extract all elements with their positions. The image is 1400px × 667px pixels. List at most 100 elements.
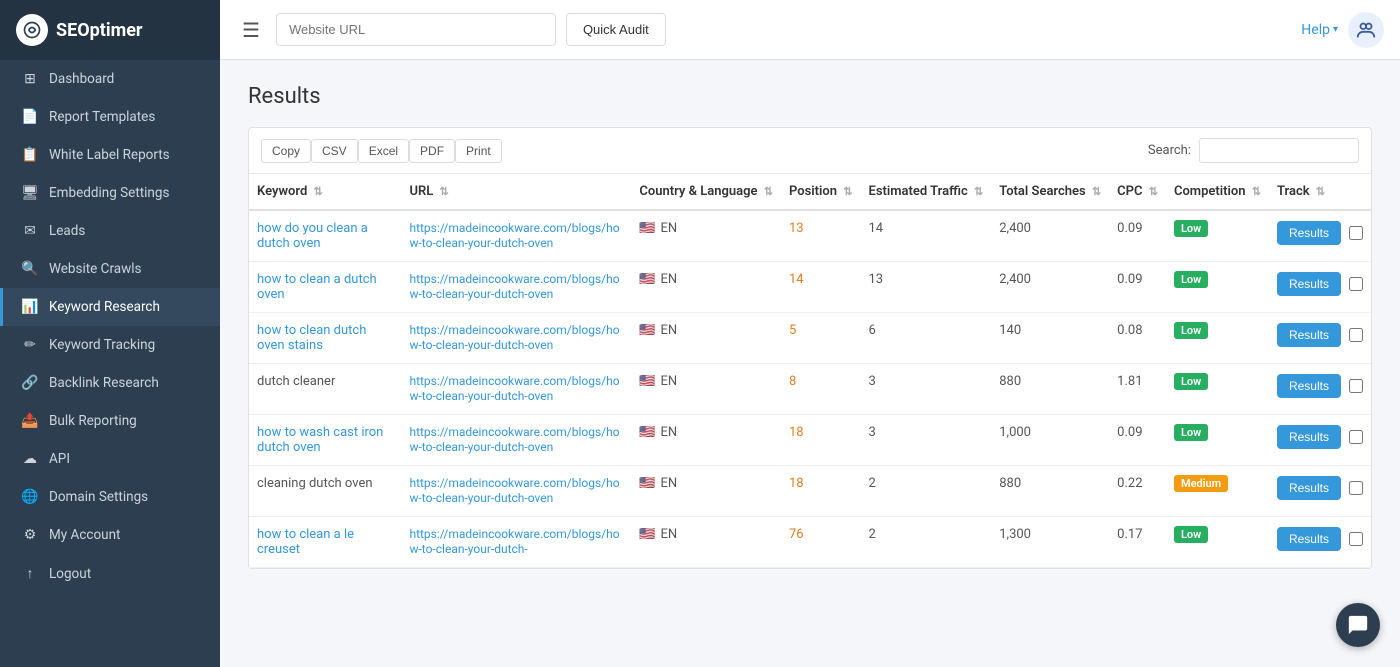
results-button[interactable]: Results bbox=[1277, 272, 1341, 296]
url-input[interactable] bbox=[276, 13, 556, 46]
flag-icon: 🇺🇸 bbox=[639, 476, 655, 491]
country-cell: 🇺🇸EN bbox=[639, 374, 773, 389]
table-controls: CopyCSVExcelPDFPrint Search: bbox=[249, 128, 1371, 174]
user-avatar[interactable] bbox=[1348, 12, 1384, 48]
results-button[interactable]: Results bbox=[1277, 425, 1341, 449]
api-icon: ☁ bbox=[21, 451, 39, 467]
sort-icon[interactable]: ⇅ bbox=[764, 185, 773, 198]
competition-badge: Low bbox=[1174, 373, 1208, 390]
hamburger-menu[interactable]: ☰ bbox=[236, 12, 266, 48]
logout-icon: ↑ bbox=[21, 565, 39, 582]
sidebar-item-keyword-tracking[interactable]: ✏ Keyword Tracking bbox=[0, 326, 220, 364]
cpc-val: 0.22 bbox=[1109, 466, 1166, 517]
search-label: Search: bbox=[1148, 143, 1191, 158]
total-searches-val: 1,000 bbox=[991, 415, 1109, 466]
logo-icon bbox=[16, 14, 48, 46]
keyword-link[interactable]: how to clean a le creuset bbox=[257, 527, 354, 557]
country-cell: 🇺🇸EN bbox=[639, 221, 773, 236]
url-text: https://madeincookware.com/blogs/how-to-… bbox=[409, 527, 619, 556]
flag-icon: 🇺🇸 bbox=[639, 527, 655, 542]
position-val: 13 bbox=[789, 221, 804, 236]
col-header-competition: Competition ⇅ bbox=[1166, 174, 1269, 210]
flag-icon: 🇺🇸 bbox=[639, 221, 655, 236]
table-row: how to clean a dutch oven https://madeinc… bbox=[249, 262, 1371, 313]
sort-icon[interactable]: ⇅ bbox=[314, 185, 323, 198]
content-area: Results CopyCSVExcelPDFPrint Search: Key… bbox=[220, 60, 1400, 667]
url-text: https://madeincookware.com/blogs/how-to-… bbox=[409, 374, 619, 403]
keyword-link[interactable]: how to clean a dutch oven bbox=[257, 272, 377, 302]
url-text: https://madeincookware.com/blogs/how-to-… bbox=[409, 272, 619, 301]
sort-icon[interactable]: ⇅ bbox=[1149, 185, 1158, 198]
sort-icon[interactable]: ⇅ bbox=[974, 185, 983, 198]
sidebar-item-logout[interactable]: ↑ Logout bbox=[0, 554, 220, 593]
sidebar-item-api[interactable]: ☁ API bbox=[0, 440, 220, 478]
export-csv-button[interactable]: CSV bbox=[311, 139, 358, 163]
sort-icon[interactable]: ⇅ bbox=[843, 185, 852, 198]
track-checkbox[interactable] bbox=[1349, 481, 1363, 495]
chat-bubble[interactable] bbox=[1336, 603, 1380, 647]
sidebar-item-backlink-research[interactable]: 🔗 Backlink Research bbox=[0, 364, 220, 402]
quick-audit-button[interactable]: Quick Audit bbox=[566, 13, 666, 46]
keyword-link[interactable]: how to clean dutch oven stains bbox=[257, 323, 366, 353]
country-code: EN bbox=[661, 272, 678, 287]
keyword-research-icon: 📊 bbox=[21, 299, 39, 315]
keyword-link[interactable]: how to wash cast iron dutch oven bbox=[257, 425, 383, 455]
results-table: Keyword ⇅URL ⇅Country & Language ⇅Positi… bbox=[249, 174, 1371, 568]
traffic-val: 14 bbox=[861, 210, 992, 262]
sidebar-item-my-account[interactable]: ⚙ My Account bbox=[0, 516, 220, 554]
export-excel-button[interactable]: Excel bbox=[358, 139, 409, 163]
export-copy-button[interactable]: Copy bbox=[261, 139, 311, 163]
table-row: how to clean a le creuset https://madeinc… bbox=[249, 517, 1371, 568]
sidebar-item-leads[interactable]: ✉ Leads bbox=[0, 212, 220, 250]
table-row: cleaning dutch ovenhttps://madeincookwar… bbox=[249, 466, 1371, 517]
sidebar-label-my-account: My Account bbox=[49, 527, 120, 543]
results-button[interactable]: Results bbox=[1277, 374, 1341, 398]
track-checkbox[interactable] bbox=[1349, 379, 1363, 393]
sidebar-label-api: API bbox=[49, 451, 70, 467]
position-val: 14 bbox=[789, 272, 804, 287]
url-text: https://madeincookware.com/blogs/how-to-… bbox=[409, 425, 619, 454]
table-row: dutch cleaner https://madeincookware.com/… bbox=[249, 364, 1371, 415]
country-cell: 🇺🇸EN bbox=[639, 323, 773, 338]
results-button[interactable]: Results bbox=[1277, 221, 1341, 245]
flag-icon: 🇺🇸 bbox=[639, 425, 655, 440]
col-header-cpc: CPC ⇅ bbox=[1109, 174, 1166, 210]
sidebar-item-domain-settings[interactable]: 🌐 Domain Settings bbox=[0, 478, 220, 516]
keyword-tracking-icon: ✏ bbox=[21, 337, 39, 353]
sidebar-item-report-templates[interactable]: 📄 Report Templates bbox=[0, 98, 220, 136]
competition-badge: Low bbox=[1174, 220, 1208, 237]
my-account-icon: ⚙ bbox=[21, 527, 39, 543]
track-checkbox[interactable] bbox=[1349, 277, 1363, 291]
export-print-button[interactable]: Print bbox=[455, 139, 502, 163]
cpc-val: 0.09 bbox=[1109, 415, 1166, 466]
search-input[interactable] bbox=[1199, 138, 1359, 163]
results-button[interactable]: Results bbox=[1277, 323, 1341, 347]
country-cell: 🇺🇸EN bbox=[639, 476, 773, 491]
help-button[interactable]: Help ▾ bbox=[1301, 22, 1338, 38]
sort-icon[interactable]: ⇅ bbox=[1252, 185, 1261, 198]
keyword-link[interactable]: how do you clean a dutch oven bbox=[257, 221, 368, 251]
track-checkbox[interactable] bbox=[1349, 328, 1363, 342]
track-checkbox[interactable] bbox=[1349, 532, 1363, 546]
sidebar-item-white-label-reports[interactable]: 📋 White Label Reports bbox=[0, 136, 220, 174]
sidebar-item-keyword-research[interactable]: 📊 Keyword Research bbox=[0, 288, 220, 326]
sort-icon[interactable]: ⇅ bbox=[1316, 185, 1325, 198]
sidebar-item-embedding-settings[interactable]: 🖥 Embedding Settings bbox=[0, 174, 220, 212]
track-checkbox[interactable] bbox=[1349, 226, 1363, 240]
sidebar-label-keyword-tracking: Keyword Tracking bbox=[49, 337, 155, 353]
results-button[interactable]: Results bbox=[1277, 476, 1341, 500]
sort-icon[interactable]: ⇅ bbox=[1092, 185, 1101, 198]
results-button[interactable]: Results bbox=[1277, 527, 1341, 551]
sidebar-item-website-crawls[interactable]: 🔍 Website Crawls bbox=[0, 250, 220, 288]
country-cell: 🇺🇸EN bbox=[639, 527, 773, 542]
sidebar-item-dashboard[interactable]: ⊞ Dashboard bbox=[0, 60, 220, 98]
cpc-val: 0.08 bbox=[1109, 313, 1166, 364]
sort-icon[interactable]: ⇅ bbox=[440, 185, 449, 198]
export-pdf-button[interactable]: PDF bbox=[409, 139, 455, 163]
sidebar-item-bulk-reporting[interactable]: 📤 Bulk Reporting bbox=[0, 402, 220, 440]
keyword-text: dutch cleaner bbox=[249, 364, 401, 415]
track-checkbox[interactable] bbox=[1349, 430, 1363, 444]
traffic-val: 3 bbox=[861, 364, 992, 415]
total-searches-val: 880 bbox=[991, 364, 1109, 415]
website-crawls-icon: 🔍 bbox=[21, 261, 39, 277]
